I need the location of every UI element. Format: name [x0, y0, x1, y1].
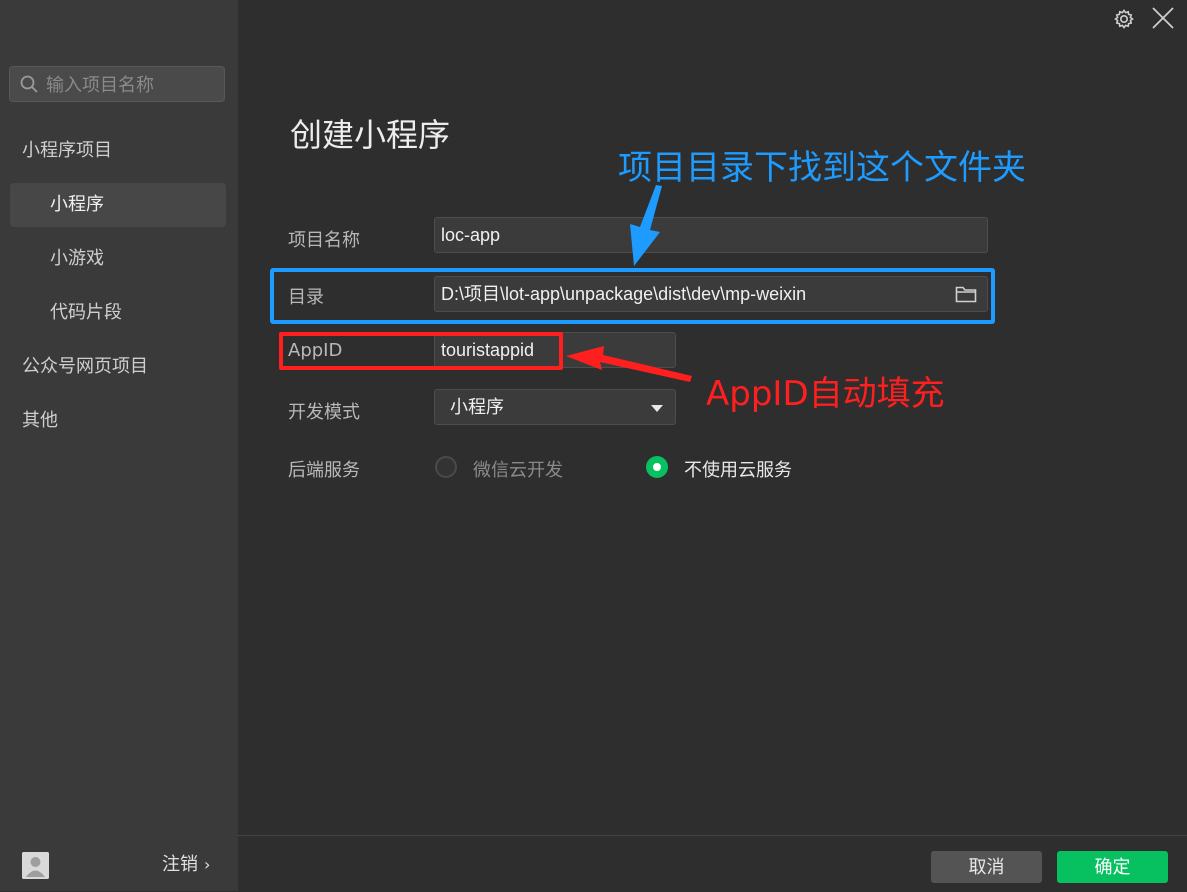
dev-mode-select[interactable]: 小程序	[434, 389, 676, 425]
annotation-blue-text: 项目目录下找到这个文件夹	[618, 148, 1026, 188]
logout-label: 注销	[162, 854, 198, 875]
sidebar-item-miniprogram[interactable]: 小程序	[10, 183, 226, 227]
sidebar-item-other[interactable]: 其他	[0, 399, 238, 443]
close-icon[interactable]	[1151, 6, 1175, 30]
page-title: 创建小程序	[290, 116, 451, 154]
sidebar-item-minigame[interactable]: 小游戏	[0, 237, 238, 281]
search-box[interactable]	[9, 66, 225, 102]
gear-icon[interactable]	[1113, 8, 1135, 30]
dev-mode-label: 开发模式	[288, 402, 360, 423]
cancel-button[interactable]: 取消	[931, 851, 1042, 883]
user-icon	[22, 852, 49, 879]
sidebar-item-official-account-web[interactable]: 公众号网页项目	[0, 345, 238, 389]
annotation-highlight-appid	[279, 332, 563, 370]
footer-bar	[238, 835, 1187, 892]
confirm-button[interactable]: 确定	[1057, 851, 1168, 883]
project-name-input[interactable]: loc-app	[434, 217, 988, 253]
radio-wechat-cloud-label[interactable]: 微信云开发	[473, 456, 563, 482]
radio-no-cloud-label[interactable]: 不使用云服务	[684, 456, 792, 482]
chevron-down-icon	[651, 405, 663, 412]
search-input[interactable]	[44, 71, 223, 99]
chevron-right-icon: ›	[204, 855, 211, 874]
radio-no-cloud[interactable]	[646, 456, 668, 478]
sidebar: 小程序项目 小程序 小游戏 代码片段 公众号网页项目 其他 注销 ›	[0, 0, 238, 891]
sidebar-item-miniprogram-projects[interactable]: 小程序项目	[0, 129, 238, 173]
radio-wechat-cloud[interactable]	[435, 456, 457, 478]
avatar[interactable]	[22, 852, 49, 879]
dev-mode-value: 小程序	[450, 397, 504, 417]
project-name-label: 项目名称	[288, 230, 360, 251]
sidebar-item-code-snippet[interactable]: 代码片段	[0, 291, 238, 335]
project-name-value: loc-app	[441, 225, 501, 245]
annotation-red-text: AppID自动填充	[706, 374, 945, 414]
backend-label: 后端服务	[288, 460, 360, 481]
logout-button[interactable]: 注销 ›	[162, 852, 210, 878]
search-icon	[20, 75, 38, 93]
annotation-highlight-directory	[270, 268, 995, 324]
